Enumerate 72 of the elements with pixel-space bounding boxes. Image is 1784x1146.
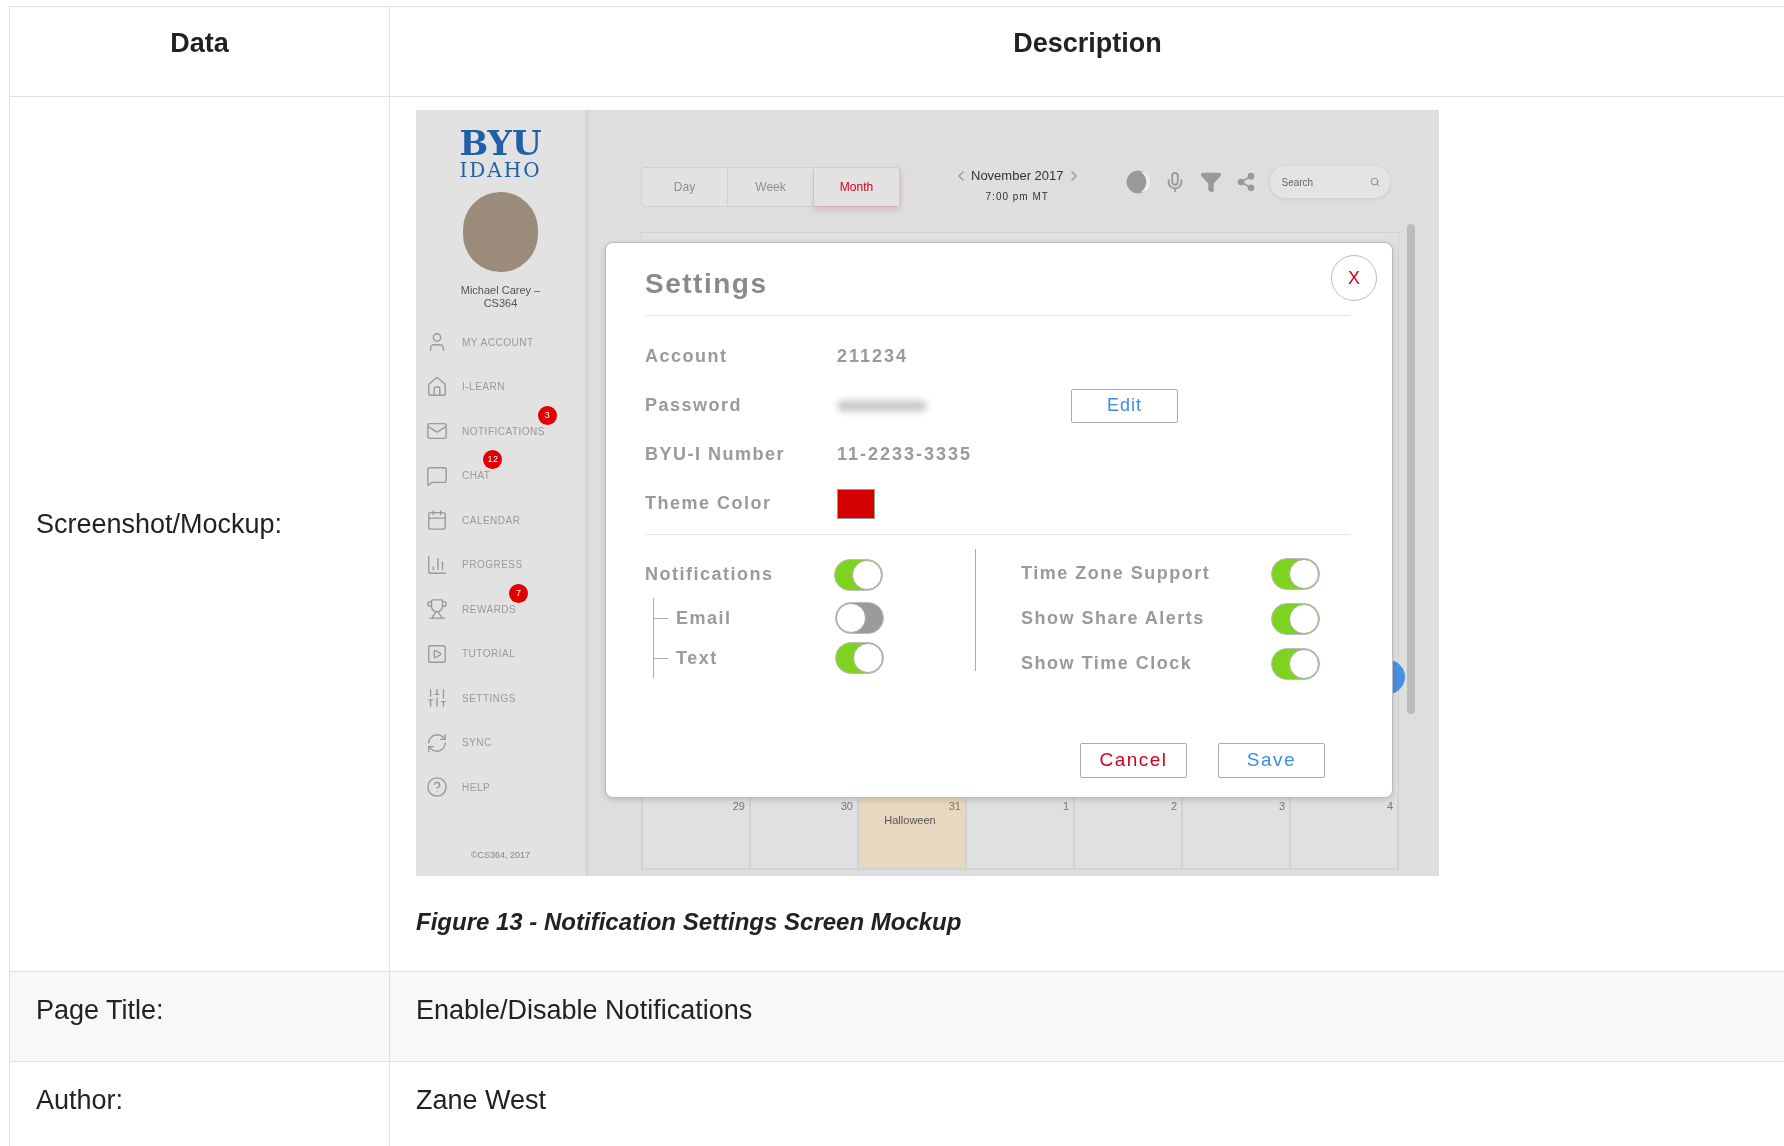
user-name: Michael Carey – CS364: [459, 284, 542, 310]
save-button[interactable]: Save: [1218, 743, 1325, 778]
search-field[interactable]: Search: [1269, 166, 1390, 198]
toggle-label: Text: [676, 646, 719, 670]
view-tab[interactable]: Week: [728, 168, 814, 206]
field-value: 211234: [837, 345, 909, 368]
nav-item[interactable]: CALENDAR: [416, 498, 585, 543]
toggle-switch[interactable]: [1271, 602, 1320, 635]
logo-subtext: IDAHO: [459, 158, 542, 182]
field-label: Account: [645, 345, 729, 368]
dialog-title: Settings: [645, 267, 769, 301]
nav-item[interactable]: CHAT 12: [416, 453, 585, 498]
column-header: Description: [1012, 27, 1163, 60]
nav-item[interactable]: TUTORIAL: [416, 631, 585, 676]
notification-badge: 3: [538, 405, 557, 425]
sync-icon: [426, 731, 448, 754]
toggle-switch[interactable]: [834, 558, 883, 591]
toggle-switch[interactable]: [1271, 557, 1320, 590]
edit-button[interactable]: Edit: [1071, 388, 1178, 423]
field-label: Password: [645, 394, 744, 417]
table-cell-text: Enable/Disable Notifications: [415, 994, 753, 1027]
home-icon: [426, 375, 448, 398]
figure-caption: Figure 13 - Notification Settings Screen Mockup: [416, 907, 963, 937]
day-number: 29: [732, 800, 745, 812]
field-value: 11-2233-3335: [837, 443, 973, 466]
view-tab[interactable]: Day: [642, 168, 728, 206]
field-label: Theme Color: [645, 492, 773, 515]
contrast-icon[interactable]: [1125, 170, 1150, 194]
toggle-label: Show Time Clock: [1021, 652, 1194, 675]
search-icon: [1369, 177, 1380, 187]
toggle-label: Notifications: [645, 563, 775, 586]
table-cell: Screenshot/Mockup:: [10, 97, 390, 971]
day-number: 3: [1278, 800, 1285, 812]
filter-icon[interactable]: [1199, 171, 1222, 193]
column-header: Data: [10, 7, 390, 96]
notification-badge: 12: [483, 450, 503, 470]
toggle-switch[interactable]: [835, 602, 884, 634]
table-cell: Author:: [10, 1062, 390, 1146]
table-cell-text: Zane West: [415, 1084, 547, 1117]
month-title: November 2017: [971, 167, 1064, 185]
day-number: 31: [948, 800, 961, 812]
table-cell: Page Title:: [10, 972, 390, 1061]
nav-item[interactable]: SYNC: [416, 720, 585, 765]
calendar-icon: [426, 509, 448, 532]
current-time: 7:00 pm MT: [985, 189, 1049, 204]
notification-badge: 7: [509, 583, 529, 603]
help-icon: [426, 776, 448, 799]
sliders-icon: [426, 687, 448, 710]
nav-item[interactable]: MY ACCOUNT: [416, 320, 585, 365]
toggle-switch[interactable]: [1271, 647, 1320, 680]
bar-chart-icon: [426, 553, 448, 576]
day-number: 2: [1170, 800, 1177, 812]
toggle-label: Show Share Alerts: [1021, 607, 1206, 630]
toggle-label: Time Zone Support: [1021, 562, 1212, 585]
share-icon[interactable]: [1235, 172, 1256, 192]
logo-text: BYU: [459, 128, 542, 158]
toggle-label: Email: [676, 606, 733, 630]
cancel-button[interactable]: Cancel: [1080, 743, 1187, 778]
play-screen-icon: [426, 642, 448, 665]
trophy-icon: [426, 598, 448, 621]
theme-color-swatch[interactable]: [837, 488, 875, 519]
chat-bubble-icon: [426, 464, 448, 487]
event-label: Halloween: [884, 813, 936, 828]
toggle-switch[interactable]: [835, 642, 884, 674]
nav-item[interactable]: HELP: [416, 765, 585, 810]
field-label: BYU-I Number: [645, 443, 786, 466]
day-number: 4: [1386, 800, 1393, 812]
copyright-text: ©CS364, 2017: [470, 848, 531, 862]
view-tab[interactable]: Month: [814, 168, 900, 206]
day-number: 30: [840, 800, 853, 812]
nav-item[interactable]: SETTINGS: [416, 676, 585, 721]
day-number: 1: [1062, 800, 1069, 812]
